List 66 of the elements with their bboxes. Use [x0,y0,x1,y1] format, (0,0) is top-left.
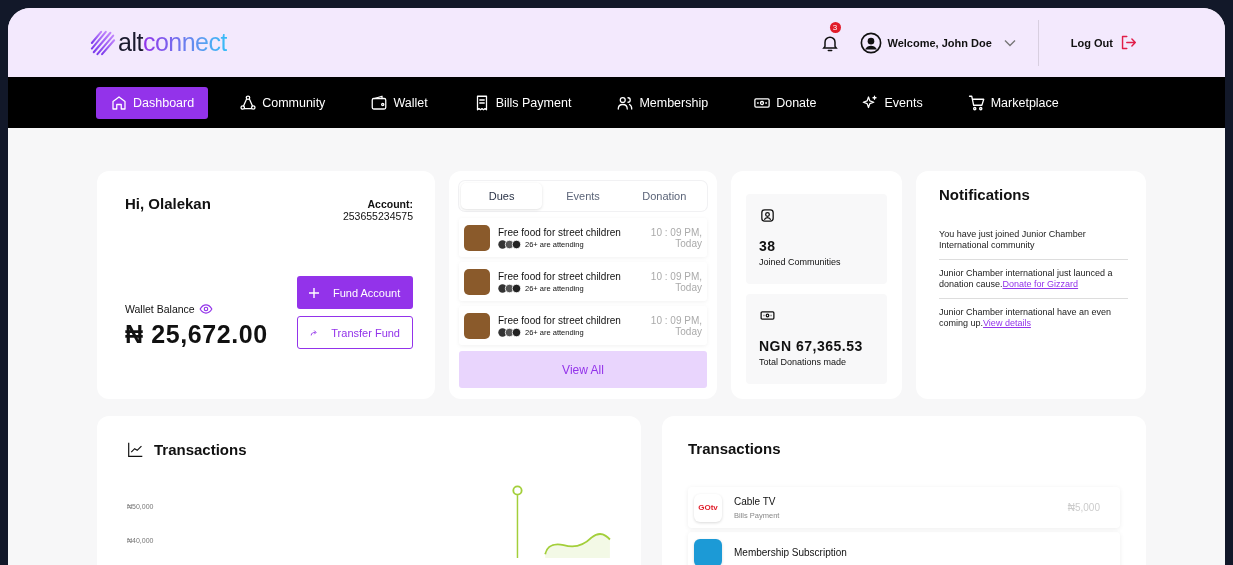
account-label: Account: [367,198,413,210]
notification-text: Junior Chamber international just launced a donation cause.Donate for Gizzard [939,268,1114,290]
event-day: Today [675,237,702,249]
logo-stripes-icon [90,29,116,56]
nav-item[interactable]: Donate [739,86,831,119]
notification-text: Junior Chamber international have an even coming up.View details [939,307,1113,329]
share-arrow-icon [310,327,318,338]
logout-button[interactable]: Log Out [1070,34,1137,51]
event-day: Today [675,281,702,293]
tab[interactable]: Dues [461,183,543,209]
event-time: 10 : 09 PM, [650,270,702,282]
card-title: Transactions [688,440,782,457]
attendee-avatars-icon [498,327,522,337]
notification-badge: 3 [829,21,841,33]
nav-item[interactable]: Bills Payment [458,86,586,119]
user-badge-icon [759,207,776,224]
nav-item[interactable]: Membership [602,86,723,119]
transaction-row[interactable]: Membership Subscription [688,532,1120,565]
nav-item[interactable]: Events [847,86,937,119]
transfer-fund-button[interactable]: Transfer Fund [297,316,413,349]
photo-placeholder [464,268,490,295]
tab[interactable]: Donation [623,183,705,209]
cart-icon [967,93,986,112]
attendee-avatars-icon [498,283,522,293]
nav-item[interactable]: Wallet [356,86,442,119]
event-time: 10 : 09 PM, [650,226,702,238]
card-title: Transactions [154,441,247,458]
event-title: Free food for street children [498,226,622,238]
notification-link[interactable]: View details [983,318,1031,328]
stat-value: 38 [759,238,777,254]
event-title: Free food for street children [498,270,622,282]
event-title: Free food for street children [498,314,622,326]
greeting: Hi, Olalekan [125,195,211,214]
transaction-title: Membership Subscription [734,547,848,558]
brand-logo-icon [694,538,722,565]
nav-item[interactable]: Dashboard [96,86,209,119]
event-day: Today [675,325,702,337]
nav-item[interactable]: Marketplace [953,86,1073,119]
notifications-title: Notifications [939,186,1031,203]
stat-label: Total Donations made [759,357,848,367]
chevron-down-icon [1003,38,1016,47]
notification-text: You have just joined Junior Chamber International community [939,229,1087,251]
photo-placeholder [464,224,490,251]
fund-account-button[interactable]: Fund Account [297,276,413,309]
photo-placeholder [464,312,490,339]
logout-icon [1120,34,1137,51]
balance-label: Wallet Balance [125,303,195,315]
attendee-avatars-icon [498,239,522,249]
wallet-balance: ₦ 25,672.00 [125,320,268,349]
stat-value: NGN 67,365.53 [759,338,864,354]
stat-label: Joined Communities [759,257,842,267]
transaction-title: Cable TV [734,495,777,507]
event-time: 10 : 09 PM, [650,314,702,326]
line-chart-icon [127,441,144,458]
view-all-button[interactable]: View All [459,351,707,388]
people-network-icon [239,93,258,112]
notification-link[interactable]: Donate for Gizzard [1002,279,1079,289]
plus-icon [309,287,319,298]
tab[interactable]: Events [542,183,624,209]
nav-item[interactable]: Community [225,86,340,119]
account-number: 253655234575 [342,210,413,222]
brand-logo: GOtv [694,493,722,522]
eye-icon[interactable] [198,302,213,316]
wallet-icon [370,93,389,112]
user-menu[interactable]: Welcome, John Doe [859,31,1016,54]
avatar-icon [859,31,882,54]
